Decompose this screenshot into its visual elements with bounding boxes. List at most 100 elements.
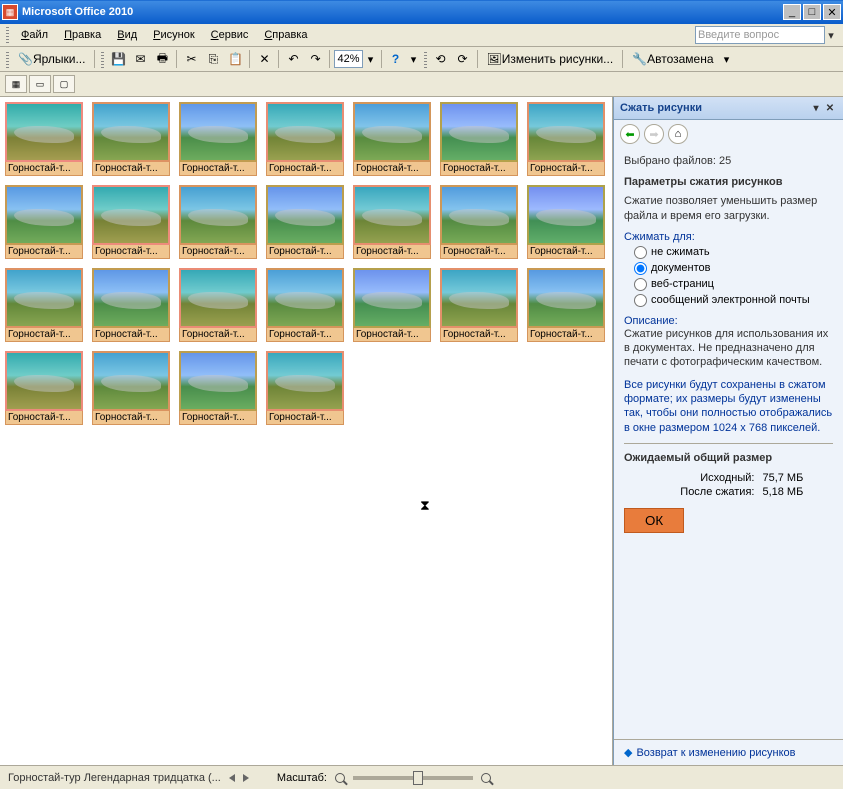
toolbar-overflow-1[interactable]: ▾: [408, 53, 420, 66]
minimize-button[interactable]: _: [783, 4, 801, 20]
zoom-combo[interactable]: 42%: [334, 50, 362, 68]
help-icon[interactable]: ?: [386, 49, 406, 69]
maximize-button[interactable]: □: [803, 4, 821, 20]
shortcuts-button[interactable]: 📎 Ярлыки...: [13, 49, 90, 69]
print-icon[interactable]: 🖶: [152, 49, 172, 69]
help-question-box[interactable]: Введите вопрос: [695, 26, 825, 44]
thumbnail-item[interactable]: Горностай-т...: [266, 268, 344, 342]
thumbnail-image[interactable]: [179, 185, 257, 245]
nav-forward-icon[interactable]: ➡: [644, 124, 664, 144]
delete-icon[interactable]: ✕: [254, 49, 274, 69]
thumbnail-image[interactable]: [440, 102, 518, 162]
nav-home-icon[interactable]: ⌂: [668, 124, 688, 144]
next-file-icon[interactable]: [243, 774, 249, 782]
thumbnail-image[interactable]: [179, 102, 257, 162]
rotate-right-icon[interactable]: ⟳: [453, 49, 473, 69]
help-question-dropdown[interactable]: ▾: [825, 29, 837, 42]
thumbnail-item[interactable]: Горностай-т...: [179, 351, 257, 425]
thumbnail-image[interactable]: [179, 268, 257, 328]
thumbnail-image[interactable]: [266, 102, 344, 162]
thumbnail-item[interactable]: Горностай-т...: [5, 185, 83, 259]
thumbnail-image[interactable]: [92, 102, 170, 162]
thumbnail-image[interactable]: [179, 351, 257, 411]
thumbnail-item[interactable]: Горностай-т...: [92, 185, 170, 259]
thumbnail-image[interactable]: [353, 185, 431, 245]
thumbnail-item[interactable]: Горностай-т...: [440, 268, 518, 342]
thumbnail-image[interactable]: [266, 185, 344, 245]
thumbnail-item[interactable]: Горностай-т...: [92, 268, 170, 342]
return-link[interactable]: Возврат к изменению рисунков: [636, 747, 795, 759]
thumbnail-image[interactable]: [92, 185, 170, 245]
radio-input[interactable]: [634, 278, 647, 291]
thumbnail-image[interactable]: [92, 268, 170, 328]
close-button[interactable]: ✕: [823, 4, 841, 20]
thumbnail-item[interactable]: Горностай-т...: [527, 268, 605, 342]
thumbnail-item[interactable]: Горностай-т...: [353, 102, 431, 176]
thumbnail-item[interactable]: Горностай-т...: [5, 102, 83, 176]
thumbnail-item[interactable]: Горностай-т...: [266, 102, 344, 176]
toolbar-grip-1[interactable]: [6, 50, 9, 68]
zoom-out-icon[interactable]: [335, 773, 345, 783]
copy-icon[interactable]: ⎘: [203, 49, 223, 69]
toolbar-grip-2[interactable]: [101, 50, 104, 68]
compress-radio-option[interactable]: веб-страниц: [634, 278, 833, 291]
nav-back-icon[interactable]: ⬅: [620, 124, 640, 144]
rotate-left-icon[interactable]: ⟲: [431, 49, 451, 69]
menu-edit[interactable]: Правка: [56, 27, 109, 43]
toolbar-grip-3[interactable]: [424, 50, 427, 68]
zoom-in-icon[interactable]: [481, 773, 491, 783]
thumbnail-image[interactable]: [5, 102, 83, 162]
radio-input[interactable]: [634, 294, 647, 307]
cut-icon[interactable]: ✂: [181, 49, 201, 69]
thumbnail-item[interactable]: Горностай-т...: [179, 185, 257, 259]
thumbnail-image[interactable]: [5, 268, 83, 328]
undo-icon[interactable]: ↶: [283, 49, 303, 69]
thumbnail-image[interactable]: [266, 268, 344, 328]
menu-picture[interactable]: Рисунок: [145, 27, 203, 43]
radio-input[interactable]: [634, 262, 647, 275]
zoom-slider[interactable]: [353, 776, 473, 780]
compress-radio-option[interactable]: не сжимать: [634, 246, 833, 259]
thumbnail-item[interactable]: Горностай-т...: [440, 185, 518, 259]
thumbnail-image[interactable]: [527, 185, 605, 245]
thumbnail-image[interactable]: [440, 185, 518, 245]
thumbnail-image[interactable]: [527, 102, 605, 162]
task-pane-close-icon[interactable]: ✕: [823, 101, 837, 115]
menu-view[interactable]: Вид: [109, 27, 145, 43]
toolbar-overflow-2[interactable]: ▾: [721, 53, 733, 66]
save-icon[interactable]: 💾: [108, 49, 128, 69]
ok-button[interactable]: ОК: [624, 508, 684, 533]
thumbnail-item[interactable]: Горностай-т...: [266, 185, 344, 259]
zoom-slider-thumb[interactable]: [413, 771, 423, 785]
menu-help[interactable]: Справка: [256, 27, 315, 43]
thumbnail-item[interactable]: Горностай-т...: [5, 268, 83, 342]
edit-pictures-button[interactable]: 🖼 Изменить рисунки...: [482, 49, 619, 69]
thumbnail-item[interactable]: Горностай-т...: [92, 102, 170, 176]
filmstrip-view-icon[interactable]: ▭: [29, 75, 51, 93]
thumbnail-item[interactable]: Горностай-т...: [440, 102, 518, 176]
menubar-grip[interactable]: [6, 27, 9, 43]
prev-file-icon[interactable]: [229, 774, 235, 782]
thumbnail-pane[interactable]: Горностай-т...Горностай-т...Горностай-т.…: [0, 97, 613, 765]
redo-icon[interactable]: ↷: [305, 49, 325, 69]
compress-radio-option[interactable]: сообщений электронной почты: [634, 294, 833, 307]
thumbnail-image[interactable]: [266, 351, 344, 411]
thumbnail-image[interactable]: [353, 102, 431, 162]
thumbnail-item[interactable]: Горностай-т...: [353, 185, 431, 259]
mail-icon[interactable]: ✉: [130, 49, 150, 69]
zoom-dropdown[interactable]: ▾: [365, 53, 377, 66]
autoreplace-button[interactable]: 🔧 Автозамена: [627, 49, 718, 69]
thumbnail-item[interactable]: Горностай-т...: [527, 185, 605, 259]
thumbnail-item[interactable]: Горностай-т...: [5, 351, 83, 425]
thumbnail-item[interactable]: Горностай-т...: [527, 102, 605, 176]
thumbnail-item[interactable]: Горностай-т...: [353, 268, 431, 342]
compress-radio-option[interactable]: документов: [634, 262, 833, 275]
thumbnail-item[interactable]: Горностай-т...: [179, 268, 257, 342]
thumbnail-item[interactable]: Горностай-т...: [179, 102, 257, 176]
thumbnail-image[interactable]: [440, 268, 518, 328]
thumbnail-image[interactable]: [92, 351, 170, 411]
thumbnail-item[interactable]: Горностай-т...: [92, 351, 170, 425]
menu-tools[interactable]: Сервис: [203, 27, 257, 43]
thumbnail-view-icon[interactable]: ▦: [5, 75, 27, 93]
task-pane-menu-icon[interactable]: ▾: [809, 101, 823, 115]
